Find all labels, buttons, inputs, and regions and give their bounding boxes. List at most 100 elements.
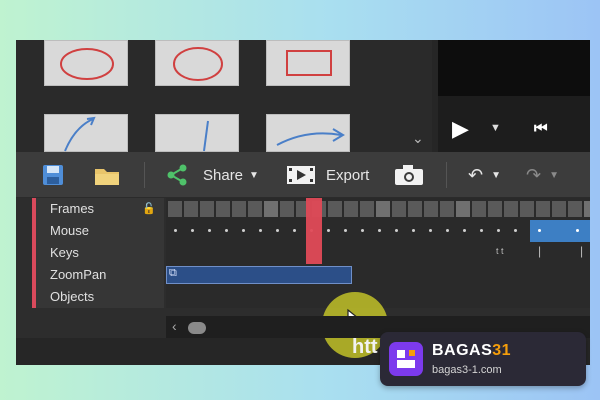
- redo-icon: ↷: [526, 164, 542, 185]
- row-label-frames: Frames 🔓: [32, 198, 164, 220]
- share-icon: [167, 164, 187, 186]
- mouse-event-dot: [344, 229, 347, 232]
- frame-cell[interactable]: [360, 201, 374, 217]
- frame-cell[interactable]: [344, 201, 358, 217]
- mouse-event-dot: [497, 229, 500, 232]
- mouse-event-dot: [514, 229, 517, 232]
- export-button[interactable]: Export: [286, 152, 369, 198]
- mouse-event-dot: [576, 229, 579, 232]
- thumbnail-ellipse-2[interactable]: [155, 40, 239, 86]
- frame-cell[interactable]: [232, 201, 246, 217]
- frame-cell[interactable]: [248, 201, 262, 217]
- bagas-logo-icon: [389, 342, 423, 376]
- line-shape-icon: [203, 120, 209, 152]
- frame-cell[interactable]: [456, 201, 470, 217]
- redo-button[interactable]: ↷ ▼: [526, 152, 559, 198]
- frame-cell[interactable]: [168, 201, 182, 217]
- keys-track[interactable]: t t | |: [166, 242, 590, 264]
- timeline-panel: Frames 🔓 Mouse Keys t t | | ZoomPan Objec…: [16, 198, 590, 358]
- frame-cell[interactable]: [376, 201, 390, 217]
- zoompan-clip[interactable]: ⧉: [166, 266, 352, 284]
- ellipse-shape-icon: [173, 47, 223, 81]
- frame-cell[interactable]: [184, 201, 198, 217]
- mouse-event-dot: [538, 229, 541, 232]
- key-event-marker: |: [538, 244, 542, 258]
- scroll-left-icon[interactable]: ‹: [172, 318, 177, 334]
- frame-cell[interactable]: [216, 201, 230, 217]
- lock-icon[interactable]: 🔓: [142, 198, 156, 220]
- frame-cell[interactable]: [408, 201, 422, 217]
- frame-cell[interactable]: [328, 201, 342, 217]
- open-folder-button[interactable]: [94, 152, 120, 198]
- step-back-icon[interactable]: ⏮: [534, 120, 548, 137]
- mouse-event-dot: [276, 229, 279, 232]
- main-toolbar: Share ▼ Export ↶ ▼ ↷ ▼: [16, 152, 590, 198]
- frame-cell[interactable]: [536, 201, 550, 217]
- toolbar-separator: [144, 162, 145, 188]
- frame-cell[interactable]: [440, 201, 454, 217]
- snapshot-button[interactable]: [394, 152, 424, 198]
- frame-cell[interactable]: [280, 201, 294, 217]
- camera-icon: [395, 165, 423, 185]
- frame-cell[interactable]: [424, 201, 438, 217]
- chevron-down-icon: ▼: [491, 169, 501, 181]
- frame-cell[interactable]: [200, 201, 214, 217]
- frame-cell[interactable]: [488, 201, 502, 217]
- timeline-row-objects: Objects: [16, 286, 590, 308]
- mouse-event-dot: [412, 229, 415, 232]
- mouse-track[interactable]: [166, 220, 590, 242]
- thumbnail-arrow-right[interactable]: [266, 114, 350, 152]
- timeline-playhead[interactable]: [306, 198, 322, 264]
- badge-title: BAGAS31: [432, 342, 512, 359]
- mouse-event-dot: [174, 229, 177, 232]
- thumbnail-scrollbar[interactable]: ⌄: [406, 40, 432, 152]
- timeline-row-frames: Frames 🔓: [16, 198, 590, 220]
- timeline-row-keys: Keys t t | |: [16, 242, 590, 264]
- chevron-down-icon[interactable]: ⌄: [412, 130, 424, 147]
- frame-cell[interactable]: [472, 201, 486, 217]
- timeline-row-mouse: Mouse: [16, 220, 590, 242]
- play-menu-arrow-icon[interactable]: ▼: [490, 122, 501, 134]
- rectangle-shape-icon: [286, 50, 332, 76]
- thumbnail-arrow-curve[interactable]: [44, 114, 128, 152]
- scroll-thumb[interactable]: [188, 322, 206, 334]
- mouse-event-dot: [259, 229, 262, 232]
- folder-icon: [95, 169, 119, 185]
- arrow-right-icon: [276, 128, 345, 146]
- thumbnail-rectangle[interactable]: [266, 40, 350, 86]
- frame-cell[interactable]: [552, 201, 566, 217]
- frame-cell[interactable]: [504, 201, 518, 217]
- toolbar-separator: [446, 162, 447, 188]
- mouse-event-dot: [191, 229, 194, 232]
- row-label-keys: Keys: [32, 242, 164, 264]
- mouse-event-dot: [429, 229, 432, 232]
- undo-button[interactable]: ↶ ▼: [468, 152, 501, 198]
- save-button[interactable]: [42, 152, 64, 198]
- row-label-objects: Objects: [32, 286, 164, 308]
- chevron-down-icon: ▼: [549, 169, 559, 181]
- mouse-selection-block[interactable]: [530, 220, 590, 242]
- thumbnail-line[interactable]: [155, 114, 239, 152]
- frame-cell[interactable]: [264, 201, 278, 217]
- frame-cell[interactable]: [568, 201, 582, 217]
- frames-track[interactable]: [166, 198, 590, 220]
- save-icon: [43, 165, 63, 185]
- ellipse-shape-icon: [60, 48, 114, 80]
- frame-cell[interactable]: [584, 201, 590, 217]
- curved-arrow-icon: [64, 116, 96, 152]
- mouse-event-dot: [463, 229, 466, 232]
- app-window: ⌄ ▶ ▼ ⏮ Share ▼ Export ↶ ▼ ↷ ▼ Frames 🔓 …: [16, 40, 590, 365]
- mouse-event-dot: [446, 229, 449, 232]
- frame-cell[interactable]: [392, 201, 406, 217]
- mouse-event-dot: [480, 229, 483, 232]
- share-button[interactable]: Share ▼: [166, 152, 259, 198]
- mouse-event-dot: [293, 229, 296, 232]
- key-event-marker: |: [580, 244, 584, 258]
- thumbnail-ellipse-1[interactable]: [44, 40, 128, 86]
- play-icon[interactable]: ▶: [452, 116, 469, 142]
- zoompan-icon: ⧉: [169, 267, 177, 279]
- frame-cell[interactable]: [520, 201, 534, 217]
- share-label: Share: [203, 166, 244, 184]
- mouse-event-dot: [225, 229, 228, 232]
- row-label-mouse: Mouse: [32, 220, 164, 242]
